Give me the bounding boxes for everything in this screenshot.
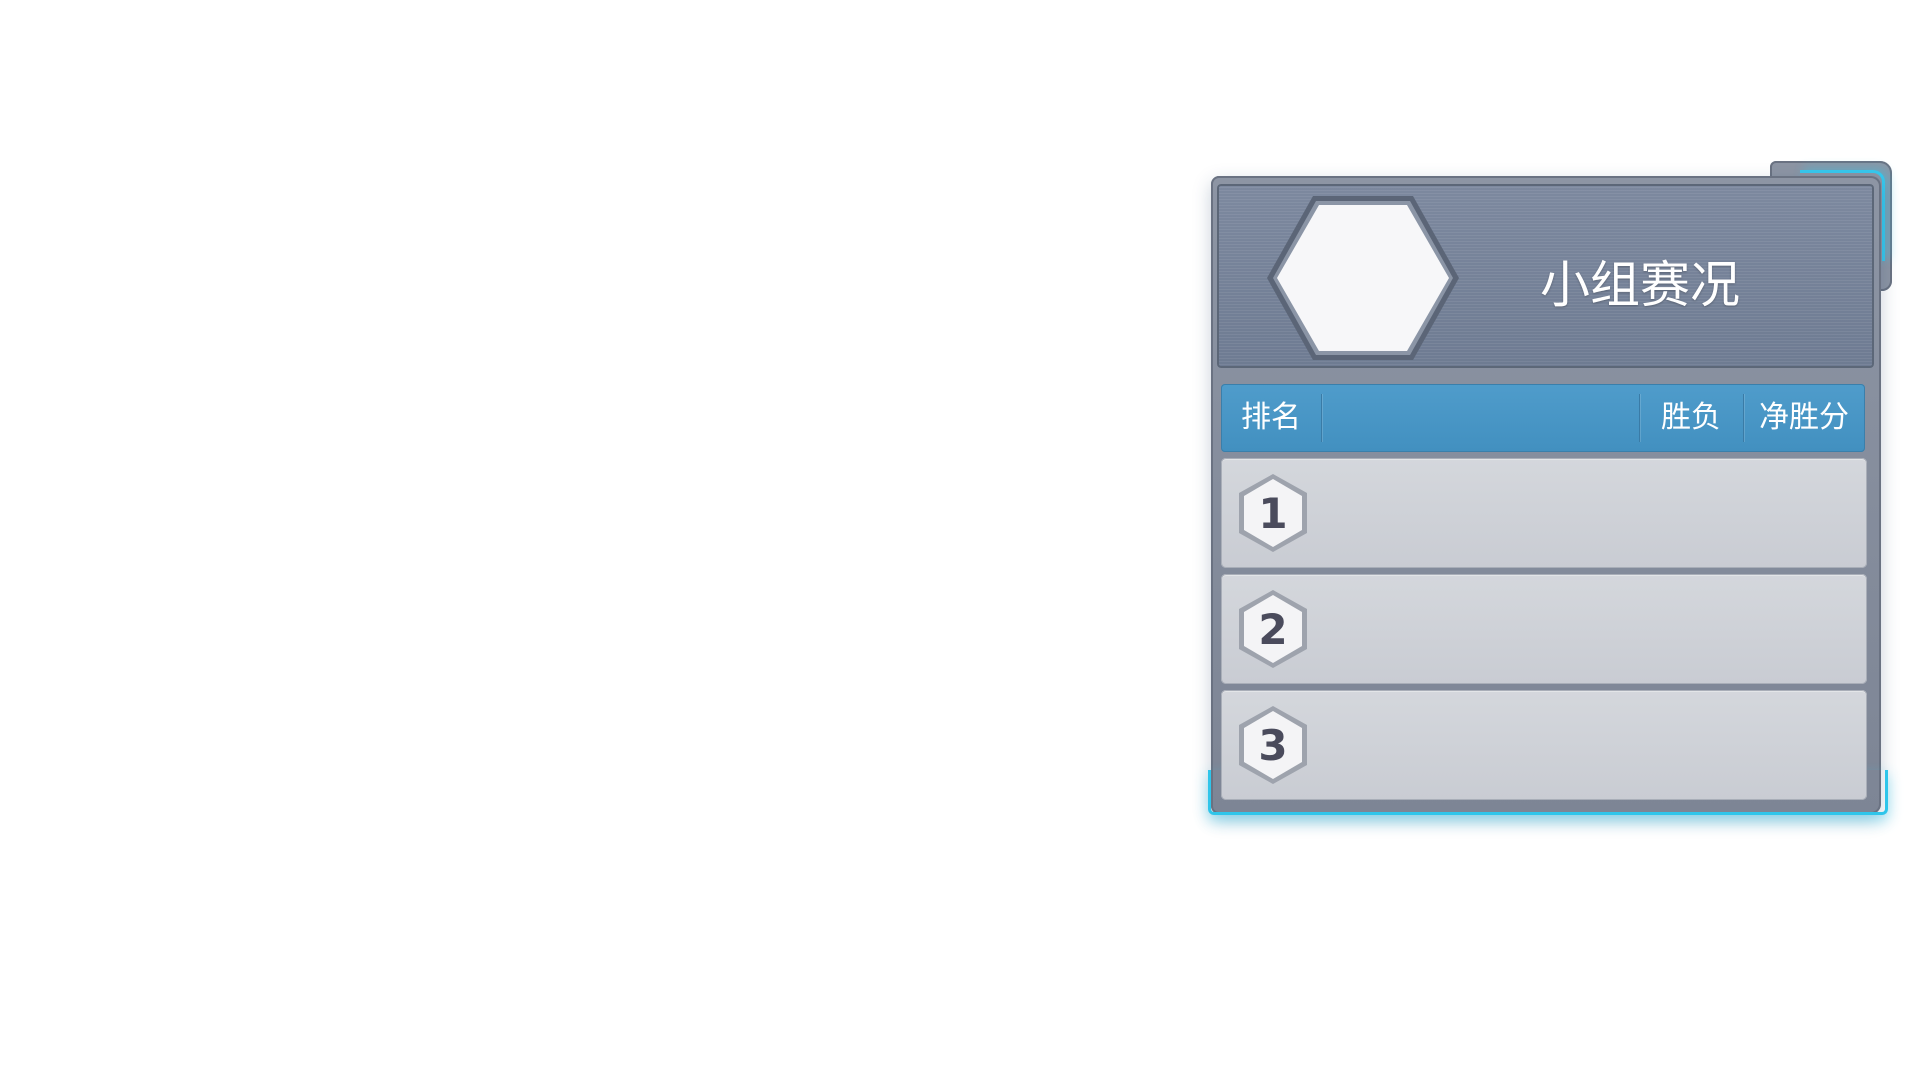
standings-row[interactable]: 3 xyxy=(1221,690,1867,800)
panel-title: 小组赛况 xyxy=(1540,256,1740,314)
column-rank-label: 排名 xyxy=(1241,400,1301,435)
rank-number: 3 xyxy=(1258,721,1287,770)
hexagon-rank-badge-icon: 1 xyxy=(1239,474,1307,552)
column-win-loss-label: 胜负 xyxy=(1661,400,1721,435)
column-header-bar: 排名 胜负 净胜分 xyxy=(1221,384,1865,452)
hexagon-rank-badge-icon: 3 xyxy=(1239,706,1307,784)
rank-number: 1 xyxy=(1258,489,1287,538)
standings-row[interactable]: 2 xyxy=(1221,574,1867,684)
column-net-score-label: 净胜分 xyxy=(1759,400,1849,435)
standings-row[interactable]: 1 xyxy=(1221,458,1867,568)
hexagon-rank-badge-icon: 2 xyxy=(1239,590,1307,668)
hexagon-emblem-icon xyxy=(1267,196,1459,360)
column-divider xyxy=(1321,394,1322,442)
rank-number: 2 xyxy=(1258,605,1287,654)
